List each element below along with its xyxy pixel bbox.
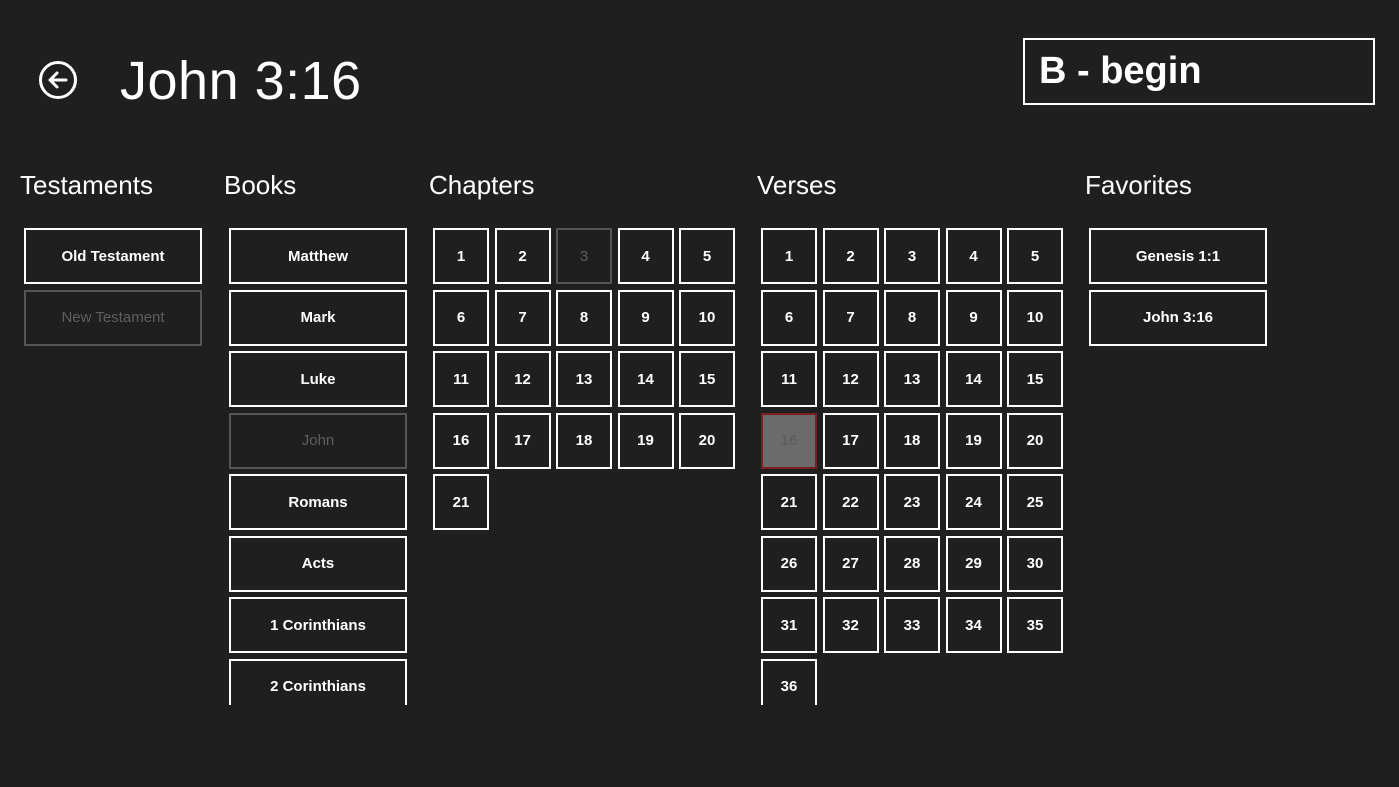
- verse-14-button[interactable]: 14: [945, 351, 1002, 407]
- verses-heading: Verses: [757, 170, 837, 200]
- favorites-list: Genesis 1:1 John 3:16: [1089, 228, 1267, 705]
- verse-35-button[interactable]: 35: [1007, 597, 1063, 653]
- chapter-2-button[interactable]: 2: [494, 228, 551, 284]
- verse-21-button[interactable]: 21: [761, 474, 817, 530]
- book-button[interactable]: Acts: [229, 535, 407, 592]
- verse-34-button[interactable]: 34: [945, 597, 1002, 653]
- book-button[interactable]: Luke: [229, 351, 407, 407]
- chapter-9-button[interactable]: 9: [617, 289, 674, 346]
- verse-16-button[interactable]: 16: [761, 412, 817, 469]
- back-button[interactable]: [39, 61, 77, 99]
- chapter-11-button[interactable]: 11: [433, 351, 489, 407]
- testaments-list: Old Testament New Testament: [24, 228, 202, 705]
- book-button[interactable]: Mark: [229, 289, 407, 346]
- verse-13-button[interactable]: 13: [884, 351, 940, 407]
- page-title: John 3:16: [120, 51, 362, 111]
- verse-26-button[interactable]: 26: [761, 535, 817, 592]
- verse-1-button[interactable]: 1: [761, 228, 817, 284]
- verse-33-button[interactable]: 33: [884, 597, 940, 653]
- verse-8-button[interactable]: 8: [884, 289, 940, 346]
- verse-23-button[interactable]: 23: [884, 474, 940, 530]
- book-button[interactable]: Romans: [229, 474, 407, 530]
- book-button[interactable]: 2 Corinthians: [229, 658, 407, 705]
- chapter-18-button[interactable]: 18: [556, 412, 612, 469]
- verse-6-button[interactable]: 6: [761, 289, 817, 346]
- chapter-16-button[interactable]: 16: [433, 412, 489, 469]
- verse-17-button[interactable]: 17: [822, 412, 879, 469]
- favorite-button[interactable]: Genesis 1:1: [1089, 228, 1267, 284]
- book-button[interactable]: 1 Corinthians: [229, 597, 407, 653]
- chapter-3-button[interactable]: 3: [556, 228, 612, 284]
- testament-button[interactable]: New Testament: [24, 289, 202, 346]
- chapter-4-button[interactable]: 4: [617, 228, 674, 284]
- chapter-13-button[interactable]: 13: [556, 351, 612, 407]
- book-button[interactable]: Matthew: [229, 228, 407, 284]
- verse-20-button[interactable]: 20: [1007, 412, 1063, 469]
- chapter-19-button[interactable]: 19: [617, 412, 674, 469]
- chapter-10-button[interactable]: 10: [679, 289, 735, 346]
- verse-22-button[interactable]: 22: [822, 474, 879, 530]
- chapter-1-button[interactable]: 1: [433, 228, 489, 284]
- chapters-grid: 1 2 3 4 5 6 7 8 9 10 11 12 13 14 15 16 17 18 19 20 21: [433, 228, 735, 705]
- verse-3-button[interactable]: 3: [884, 228, 940, 284]
- verse-4-button[interactable]: 4: [945, 228, 1002, 284]
- chapter-14-button[interactable]: 14: [617, 351, 674, 407]
- verses-grid: 1 2 3 4 5 6 7 8 9 10 11 12 13 14 15 16 17 18 19 20 21 22 23 24 2…: [761, 228, 1063, 705]
- verse-19-button[interactable]: 19: [945, 412, 1002, 469]
- verse-5-button[interactable]: 5: [1007, 228, 1063, 284]
- verse-10-button[interactable]: 10: [1007, 289, 1063, 346]
- chapter-8-button[interactable]: 8: [556, 289, 612, 346]
- verse-12-button[interactable]: 12: [822, 351, 879, 407]
- chapter-21-button[interactable]: 21: [433, 474, 489, 530]
- verse-32-button[interactable]: 32: [822, 597, 879, 653]
- verse-24-button[interactable]: 24: [945, 474, 1002, 530]
- verse-11-button[interactable]: 11: [761, 351, 817, 407]
- verse-27-button[interactable]: 27: [822, 535, 879, 592]
- verse-7-button[interactable]: 7: [822, 289, 879, 346]
- favorites-heading: Favorites: [1085, 170, 1192, 200]
- verse-15-button[interactable]: 15: [1007, 351, 1063, 407]
- verse-18-button[interactable]: 18: [884, 412, 940, 469]
- verse-31-button[interactable]: 31: [761, 597, 817, 653]
- chapter-7-button[interactable]: 7: [494, 289, 551, 346]
- chapter-5-button[interactable]: 5: [679, 228, 735, 284]
- book-button[interactable]: John: [229, 412, 407, 469]
- back-arrow-icon: [48, 71, 68, 89]
- verse-25-button[interactable]: 25: [1007, 474, 1063, 530]
- chapter-17-button[interactable]: 17: [494, 412, 551, 469]
- search-input[interactable]: [1023, 38, 1375, 105]
- favorite-button[interactable]: John 3:16: [1089, 289, 1267, 346]
- verse-2-button[interactable]: 2: [822, 228, 879, 284]
- chapters-heading: Chapters: [429, 170, 535, 200]
- books-heading: Books: [224, 170, 297, 200]
- testament-button[interactable]: Old Testament: [24, 228, 202, 284]
- chapter-15-button[interactable]: 15: [679, 351, 735, 407]
- verse-28-button[interactable]: 28: [884, 535, 940, 592]
- verse-9-button[interactable]: 9: [945, 289, 1002, 346]
- chapter-12-button[interactable]: 12: [494, 351, 551, 407]
- verse-29-button[interactable]: 29: [945, 535, 1002, 592]
- verse-30-button[interactable]: 30: [1007, 535, 1063, 592]
- chapter-6-button[interactable]: 6: [433, 289, 489, 346]
- verse-36-button[interactable]: 36: [761, 658, 817, 705]
- chapter-20-button[interactable]: 20: [679, 412, 735, 469]
- books-list: Matthew Mark Luke John Romans Acts 1 Corinthia…: [229, 228, 407, 705]
- testaments-heading: Testaments: [20, 170, 153, 200]
